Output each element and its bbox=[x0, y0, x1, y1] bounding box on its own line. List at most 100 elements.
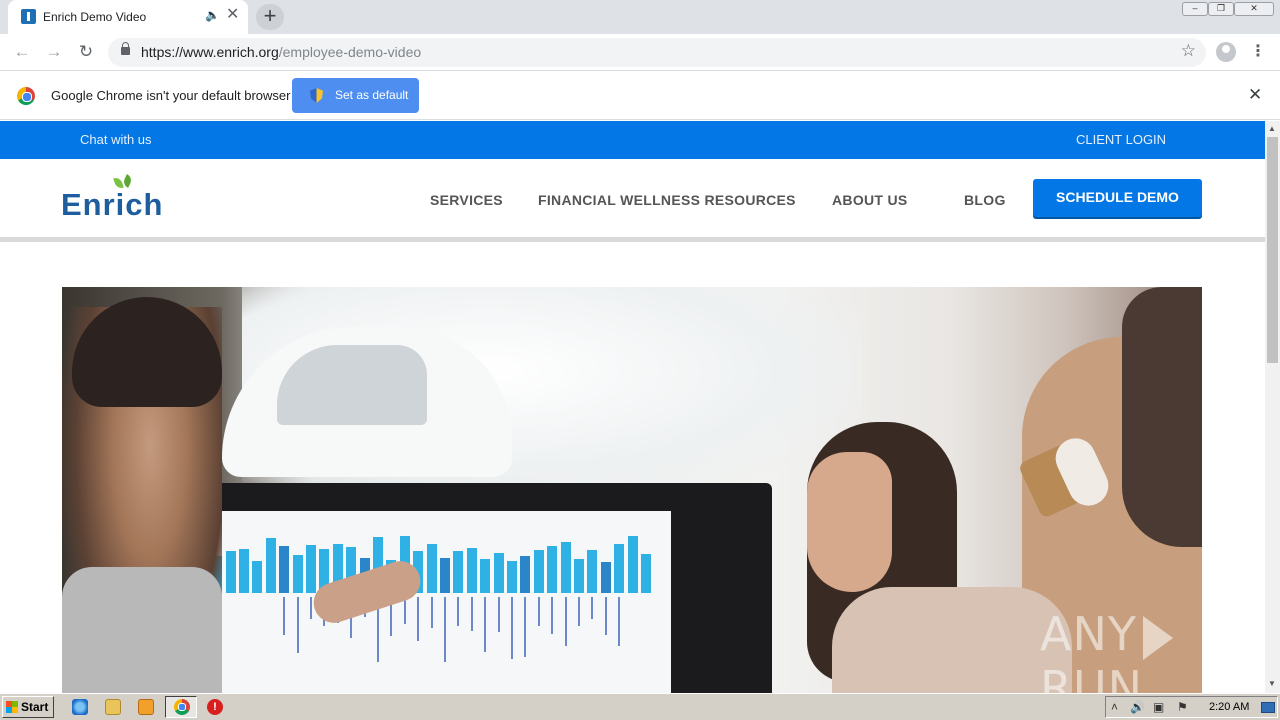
video-graphic-bar bbox=[239, 549, 249, 593]
tab-strip: Enrich Demo Video 🔈 ✕ + – ❐ ✕ bbox=[0, 0, 1280, 34]
anyrun-watermark: ANYRUN bbox=[1040, 607, 1202, 693]
demo-video-player[interactable]: ANYRUN bbox=[62, 287, 1202, 693]
video-graphic-bar bbox=[614, 544, 625, 593]
video-graphic-bar bbox=[587, 550, 598, 593]
video-graphic-tick bbox=[604, 597, 607, 635]
video-graphic-bar bbox=[306, 545, 316, 593]
video-graphic-tick bbox=[551, 597, 554, 634]
start-label: Start bbox=[21, 700, 49, 714]
chrome-taskbar-icon bbox=[174, 699, 190, 715]
set-as-default-label: Set as default bbox=[335, 88, 409, 102]
video-graphic-tick bbox=[403, 597, 406, 624]
video-scene-person-right-hair bbox=[1122, 287, 1202, 547]
back-arrow-icon[interactable]: ← bbox=[11, 41, 33, 63]
video-graphic-tick bbox=[444, 597, 446, 662]
reload-icon[interactable]: ↻ bbox=[75, 41, 97, 63]
video-graphic-tick bbox=[283, 597, 286, 635]
address-bar[interactable]: https://www.enrich.org/employee-demo-vid… bbox=[108, 38, 1206, 67]
set-as-default-button[interactable]: Set as default bbox=[292, 78, 419, 113]
nav-about-us[interactable]: ABOUT US bbox=[832, 192, 908, 208]
video-scene-man-shirt bbox=[62, 567, 222, 693]
video-graphic-bar bbox=[466, 548, 477, 593]
nav-blog[interactable]: BLOG bbox=[964, 192, 1006, 208]
menu-kebab-icon[interactable]: ⋮ bbox=[1250, 41, 1266, 61]
chrome-logo-icon bbox=[17, 87, 35, 105]
video-graphic-bar bbox=[507, 561, 517, 593]
video-graphic-tick bbox=[457, 597, 460, 626]
video-graphic-bar bbox=[560, 542, 571, 593]
action-center-flag-icon[interactable]: ⚑ bbox=[1177, 700, 1188, 714]
video-graphic-bar bbox=[440, 558, 450, 593]
nav-financial-wellness-resources[interactable]: FINANCIAL WELLNESS RESOURCES bbox=[538, 192, 796, 208]
url-path: /employee-demo-video bbox=[278, 44, 422, 60]
video-graphic-tick bbox=[511, 597, 513, 659]
audio-playing-icon[interactable]: 🔈 bbox=[205, 8, 220, 22]
video-graphic-tick bbox=[578, 597, 580, 626]
schedule-demo-button[interactable]: SCHEDULE DEMO bbox=[1033, 179, 1202, 217]
forward-arrow-icon[interactable]: → bbox=[43, 41, 65, 63]
windows-logo-icon bbox=[6, 701, 18, 713]
video-graphic-bar bbox=[265, 538, 276, 593]
tab-title: Enrich Demo Video bbox=[43, 10, 147, 24]
url-text[interactable]: https://www.enrich.org/employee-demo-vid… bbox=[141, 44, 421, 60]
watermark-right-text: RUN bbox=[1040, 661, 1144, 693]
close-window-button[interactable]: ✕ bbox=[1234, 2, 1274, 16]
restore-window-button[interactable]: ❐ bbox=[1208, 2, 1234, 16]
video-graphic-bar bbox=[547, 546, 558, 593]
page-scrollbar[interactable]: ▲ ▼ bbox=[1265, 121, 1280, 693]
video-graphic-bar bbox=[225, 551, 236, 593]
start-button[interactable]: Start bbox=[2, 696, 54, 718]
url-host: https://www.enrich.org bbox=[141, 44, 279, 60]
browser-toolbar: ← → ↻ https://www.enrich.org/employee-de… bbox=[0, 34, 1280, 71]
site-topbar: Chat with us CLIENT LOGIN bbox=[0, 121, 1265, 159]
bookmark-star-icon[interactable]: ☆ bbox=[1181, 41, 1196, 61]
video-graphic-bar bbox=[480, 559, 491, 593]
tray-expand-icon[interactable]: ˄ bbox=[1111, 700, 1118, 714]
site-favicon-icon bbox=[21, 9, 36, 24]
video-graphic-bar bbox=[426, 544, 437, 593]
video-graphic-tick bbox=[591, 597, 594, 619]
show-desktop-icon[interactable] bbox=[1261, 702, 1275, 713]
video-graphic-bar bbox=[279, 546, 290, 593]
nav-services[interactable]: SERVICES bbox=[430, 192, 503, 208]
video-graphic-bar bbox=[520, 556, 531, 593]
chat-with-us-link[interactable]: Chat with us bbox=[80, 132, 152, 147]
client-login-link[interactable]: CLIENT LOGIN bbox=[1076, 132, 1166, 147]
media-player-icon[interactable] bbox=[138, 699, 154, 715]
navbar-divider bbox=[0, 237, 1265, 242]
video-graphic-bar bbox=[641, 554, 651, 593]
scroll-up-arrow-icon[interactable]: ▲ bbox=[1268, 124, 1276, 133]
uac-shield-icon bbox=[310, 88, 323, 103]
scroll-down-arrow-icon[interactable]: ▼ bbox=[1268, 679, 1276, 688]
taskbar-chrome-button[interactable] bbox=[165, 696, 197, 718]
network-icon[interactable]: ▣ bbox=[1153, 700, 1164, 714]
video-graphic-tick bbox=[430, 597, 433, 628]
infobar-close-icon[interactable]: ✕ bbox=[1248, 85, 1262, 105]
enrich-logo[interactable]: Enrich bbox=[61, 174, 171, 222]
new-tab-button[interactable]: + bbox=[256, 4, 284, 30]
tab-close-icon[interactable]: ✕ bbox=[226, 7, 239, 23]
windows-taskbar: Start ! ˄ 🔊 ▣ ⚑ 2:20 AM bbox=[0, 693, 1280, 720]
video-graphic-tick bbox=[484, 597, 487, 652]
page-viewport: Chat with us CLIENT LOGIN Enrich SERVICE… bbox=[0, 121, 1265, 693]
security-alert-icon[interactable]: ! bbox=[207, 699, 223, 715]
video-scene-woman-face bbox=[807, 452, 892, 592]
video-graphic-bar bbox=[493, 553, 504, 593]
minimize-window-button[interactable]: – bbox=[1182, 2, 1208, 16]
lock-icon[interactable] bbox=[121, 42, 130, 55]
video-graphic-tick bbox=[618, 597, 621, 646]
video-graphic-tick bbox=[417, 597, 420, 641]
video-graphic-bar bbox=[252, 561, 263, 593]
volume-icon[interactable]: 🔊 bbox=[1130, 700, 1145, 714]
browser-tab[interactable]: Enrich Demo Video 🔈 ✕ bbox=[8, 0, 248, 34]
file-explorer-icon[interactable] bbox=[105, 699, 121, 715]
video-graphic-tick bbox=[537, 597, 540, 626]
video-graphic-bar bbox=[600, 562, 611, 593]
profile-avatar-icon[interactable] bbox=[1216, 42, 1236, 62]
video-scene-woman-body bbox=[832, 587, 1072, 693]
video-graphic-tick bbox=[564, 597, 567, 646]
scrollbar-thumb[interactable] bbox=[1267, 137, 1278, 363]
internet-explorer-icon[interactable] bbox=[72, 699, 88, 715]
taskbar-clock[interactable]: 2:20 AM bbox=[1209, 701, 1249, 713]
site-navbar: Enrich SERVICES FINANCIAL WELLNESS RESOU… bbox=[0, 159, 1265, 237]
